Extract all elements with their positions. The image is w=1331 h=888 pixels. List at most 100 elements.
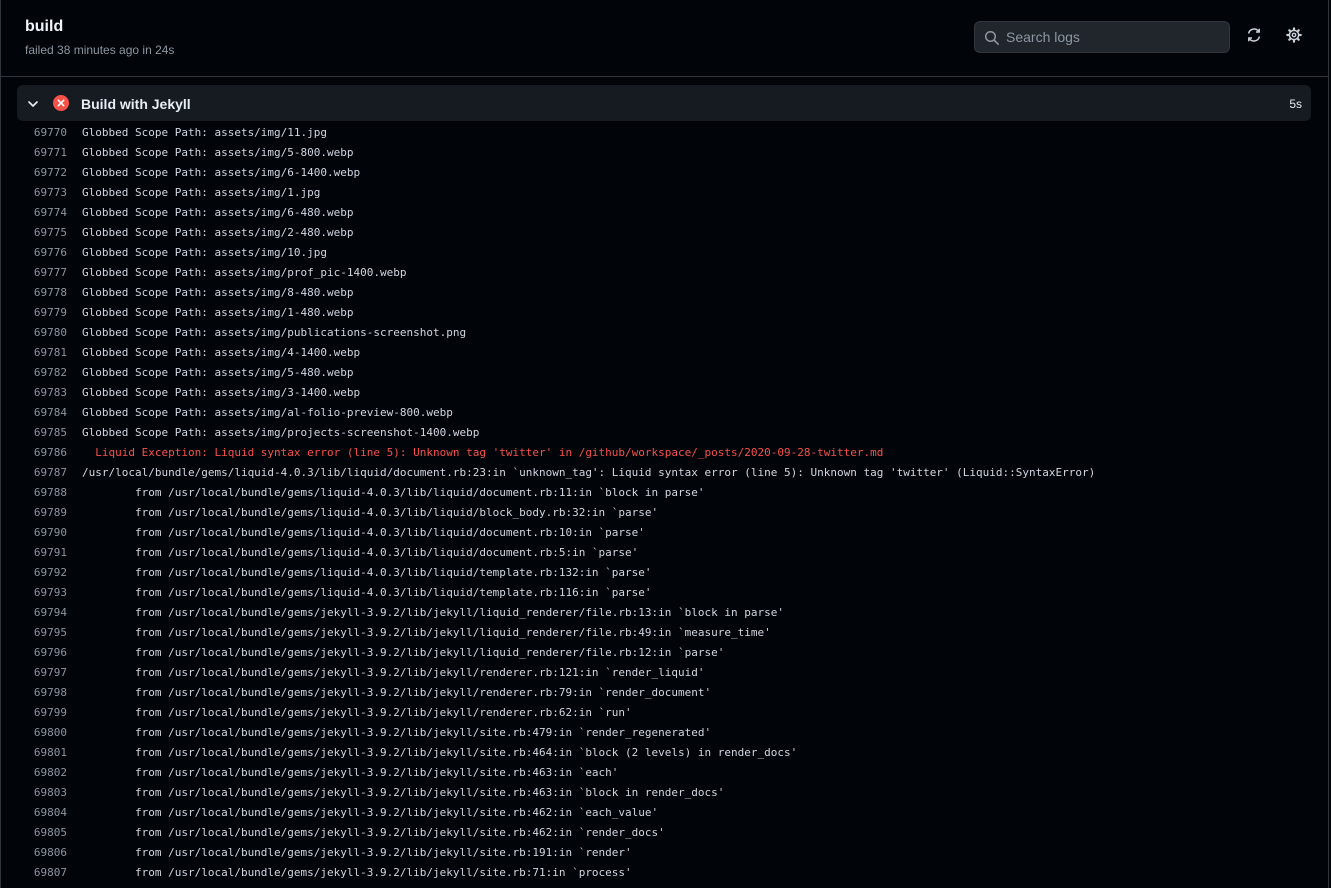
- log-line-number[interactable]: 69777: [17, 266, 67, 279]
- log-line-text: from /usr/local/bundle/gems/jekyll-3.9.2…: [82, 605, 784, 619]
- log-line-number[interactable]: 69779: [17, 306, 67, 319]
- log-line-number[interactable]: 69797: [17, 666, 67, 679]
- log-line-number[interactable]: 69791: [17, 546, 67, 559]
- log-line-number[interactable]: 69789: [17, 506, 67, 519]
- log-line-number[interactable]: 69798: [17, 686, 67, 699]
- log-line-number[interactable]: 69770: [17, 126, 67, 139]
- log-line-number[interactable]: 69804: [17, 806, 67, 819]
- log-line: 69784 Globbed Scope Path: assets/img/al-f…: [17, 402, 1311, 422]
- log-line-number[interactable]: 69787: [17, 466, 67, 479]
- log-line-text: from /usr/local/bundle/gems/jekyll-3.9.2…: [82, 765, 619, 779]
- log-line-number[interactable]: 69783: [17, 386, 67, 399]
- log-line: 69771 Globbed Scope Path: assets/img/5-80…: [17, 142, 1311, 162]
- log-line-text: from /usr/local/bundle/gems/jekyll-3.9.2…: [82, 825, 665, 839]
- log-line-text: Globbed Scope Path: assets/img/prof_pic-…: [82, 265, 407, 279]
- log-line-text: Globbed Scope Path: assets/img/2-480.web…: [82, 225, 354, 239]
- log-line-number[interactable]: 69780: [17, 326, 67, 339]
- log-line-error: 69786 Liquid Exception: Liquid syntax er…: [17, 442, 1311, 462]
- log-line-number[interactable]: 69771: [17, 146, 67, 159]
- log-line-number[interactable]: 69792: [17, 566, 67, 579]
- log-line-text: from /usr/local/bundle/gems/liquid-4.0.3…: [82, 545, 639, 559]
- log-line: 69790 from /usr/local/bundle/gems/liquid…: [17, 522, 1311, 542]
- log-line-number[interactable]: 69775: [17, 226, 67, 239]
- log-line: 69807 from /usr/local/bundle/gems/jekyll…: [17, 862, 1311, 882]
- log-line: 69778 Globbed Scope Path: assets/img/8-48…: [17, 282, 1311, 302]
- log-line-number[interactable]: 69784: [17, 406, 67, 419]
- log-line: 69800 from /usr/local/bundle/gems/jekyll…: [17, 722, 1311, 742]
- log-line: 69801 from /usr/local/bundle/gems/jekyll…: [17, 742, 1311, 762]
- log-line: 69780 Globbed Scope Path: assets/img/publ…: [17, 322, 1311, 342]
- log-line-number[interactable]: 69802: [17, 766, 67, 779]
- settings-button[interactable]: [1284, 26, 1304, 48]
- log-line-number[interactable]: 69786: [17, 446, 67, 459]
- refresh-button[interactable]: [1244, 27, 1264, 47]
- step-title: Build with Jekyll: [81, 96, 191, 112]
- log-line: 69781 Globbed Scope Path: assets/img/4-14…: [17, 342, 1311, 362]
- log-line: 69779 Globbed Scope Path: assets/img/1-48…: [17, 302, 1311, 322]
- log-line-number[interactable]: 69793: [17, 586, 67, 599]
- log-line: 69777 Globbed Scope Path: assets/img/prof…: [17, 262, 1311, 282]
- log-line: 69772 Globbed Scope Path: assets/img/6-14…: [17, 162, 1311, 182]
- log-line-text: from /usr/local/bundle/gems/jekyll-3.9.2…: [82, 665, 705, 679]
- log-line-number[interactable]: 69773: [17, 186, 67, 199]
- log-line-number[interactable]: 69772: [17, 166, 67, 179]
- job-title: build: [25, 18, 64, 35]
- log-line-text: from /usr/local/bundle/gems/jekyll-3.9.2…: [82, 645, 725, 659]
- search-logs-box[interactable]: [974, 21, 1230, 53]
- log-line-text: from /usr/local/bundle/gems/liquid-4.0.3…: [82, 485, 705, 499]
- log-line-text: from /usr/local/bundle/gems/jekyll-3.9.2…: [82, 725, 712, 739]
- log-line-text: from /usr/local/bundle/gems/jekyll-3.9.2…: [82, 745, 798, 759]
- log-line: 69802 from /usr/local/bundle/gems/jekyll…: [17, 762, 1311, 782]
- log-line-text: Globbed Scope Path: assets/img/1.jpg: [82, 185, 321, 199]
- log-line-text: from /usr/local/bundle/gems/jekyll-3.9.2…: [82, 625, 771, 639]
- log-line-number[interactable]: 69800: [17, 726, 67, 739]
- step-build-with-jekyll[interactable]: Build with Jekyll 5s: [17, 85, 1311, 121]
- log-line-text: from /usr/local/bundle/gems/jekyll-3.9.2…: [82, 685, 712, 699]
- log-line-number[interactable]: 69788: [17, 486, 67, 499]
- log-line-number[interactable]: 69801: [17, 746, 67, 759]
- log-line-number[interactable]: 69794: [17, 606, 67, 619]
- log-line-number[interactable]: 69778: [17, 286, 67, 299]
- log-line-text: Liquid Exception: Liquid syntax error (l…: [82, 445, 884, 459]
- log-line: 69806 from /usr/local/bundle/gems/jekyll…: [17, 842, 1311, 862]
- log-line-number[interactable]: 69781: [17, 346, 67, 359]
- log-line-number[interactable]: 69774: [17, 206, 67, 219]
- log-line-text: Globbed Scope Path: assets/img/projects-…: [82, 425, 480, 439]
- log-line-text: Globbed Scope Path: assets/img/1-480.web…: [82, 305, 354, 319]
- log-line-text: Globbed Scope Path: assets/img/3-1400.we…: [82, 385, 361, 399]
- log-line-text: /usr/local/bundle/gems/liquid-4.0.3/lib/…: [82, 465, 1096, 479]
- log-line-number[interactable]: 69806: [17, 846, 67, 859]
- job-log-panel: build failed 38 minutes ago in 24s Searc…: [0, 0, 1329, 888]
- gear-icon: [1286, 26, 1302, 48]
- log-line-number[interactable]: 69799: [17, 706, 67, 719]
- log-line: 69775 Globbed Scope Path: assets/img/2-48…: [17, 222, 1311, 242]
- log-line: 69770 Globbed Scope Path: assets/img/11.j…: [17, 122, 1311, 142]
- log-line: 69774 Globbed Scope Path: assets/img/6-48…: [17, 202, 1311, 222]
- log-line: 69795 from /usr/local/bundle/gems/jekyll…: [17, 622, 1311, 642]
- log-line-number[interactable]: 69785: [17, 426, 67, 439]
- log-line-number[interactable]: 69805: [17, 826, 67, 839]
- job-header: build failed 38 minutes ago in 24s: [1, 0, 1328, 77]
- log-line: 69785 Globbed Scope Path: assets/img/proj…: [17, 422, 1311, 442]
- log-line-number[interactable]: 69776: [17, 246, 67, 259]
- log-line: 69798 from /usr/local/bundle/gems/jekyll…: [17, 682, 1311, 702]
- chevron-down-icon: [27, 97, 39, 115]
- log-line: 69788 from /usr/local/bundle/gems/liquid…: [17, 482, 1311, 502]
- log-line-text: from /usr/local/bundle/gems/jekyll-3.9.2…: [82, 865, 632, 879]
- refresh-icon: [1246, 27, 1262, 48]
- log-line-number[interactable]: 69795: [17, 626, 67, 639]
- log-line: 69797 from /usr/local/bundle/gems/jekyll…: [17, 662, 1311, 682]
- log-line: 69787/usr/local/bundle/gems/liquid-4.0.3…: [17, 462, 1311, 482]
- log-line-number[interactable]: 69803: [17, 786, 67, 799]
- log-line-number[interactable]: 69790: [17, 526, 67, 539]
- log-line-text: Globbed Scope Path: assets/img/5-480.web…: [82, 365, 354, 379]
- log-line: 69783 Globbed Scope Path: assets/img/3-14…: [17, 382, 1311, 402]
- log-line-number[interactable]: 69782: [17, 366, 67, 379]
- log-line: 69773 Globbed Scope Path: assets/img/1.jp…: [17, 182, 1311, 202]
- job-status: failed 38 minutes ago in 24s: [25, 43, 175, 57]
- log-line-number[interactable]: 69796: [17, 646, 67, 659]
- log-output: 69770 Globbed Scope Path: assets/img/11.j…: [17, 122, 1311, 888]
- log-line: 69804 from /usr/local/bundle/gems/jekyll…: [17, 802, 1311, 822]
- log-line-number[interactable]: 69807: [17, 866, 67, 879]
- search-input[interactable]: [1006, 22, 1221, 52]
